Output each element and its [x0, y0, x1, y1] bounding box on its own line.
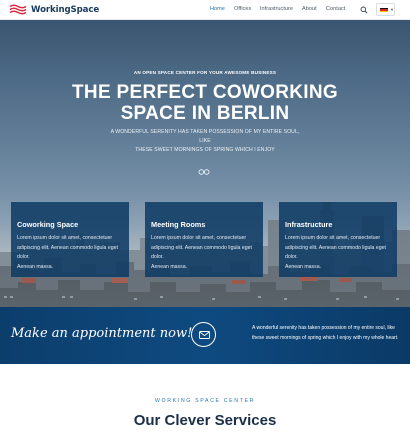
card-text-line: Lorem ipsum dolor sit amet, consectetuer — [285, 235, 381, 241]
logo-icon — [9, 4, 27, 15]
hero-eyebrow: AN OPEN SPACE CENTER FOR YOUR AWESOME BU… — [133, 70, 277, 75]
nav-offices[interactable]: Offices — [234, 6, 251, 12]
hero-title-line-2: SPACE IN BERLIN — [120, 103, 290, 124]
card-text-line: Lorem ipsum dolor sit amet, consectetuer — [151, 235, 247, 241]
envelope-icon — [199, 331, 210, 339]
card-text: Lorem ipsum dolor sit amet, consectetuer… — [151, 234, 257, 272]
card-text-line: Aenean massa. — [17, 263, 54, 270]
card-text-line: adipiscing elit. Aenean commodo ligula e… — [151, 244, 252, 261]
appointment-text: A wonderful serenity has taken possessio… — [252, 324, 402, 343]
nav-contact[interactable]: Contact — [326, 6, 345, 12]
logo-text: WorkingSpace — [31, 4, 100, 15]
logo[interactable]: WorkingSpace — [9, 4, 99, 15]
search-icon[interactable] — [360, 6, 368, 14]
appointment-title: Make an appointment now! — [11, 326, 193, 341]
hero-subtitle: A WONDERFUL SERENITY HAS TAKEN POSSESSIO… — [105, 128, 305, 155]
appointment-text-line: A wonderful serenity has taken possessio… — [252, 325, 395, 331]
card-text-line: adipiscing elit. Aenean commodo ligula e… — [285, 244, 386, 261]
appointment-mail-button[interactable] — [191, 322, 216, 347]
feature-card-meeting-rooms[interactable]: Meeting Rooms Lorem ipsum dolor sit amet… — [145, 202, 263, 277]
card-text-line: Lorem ipsum dolor sit amet, consectetuer — [17, 235, 113, 241]
hero-subtitle-line-1: A WONDERFUL SERENITY HAS TAKEN POSSESSIO… — [110, 129, 300, 144]
card-text-line: adipiscing elit. Aenean commodo ligula e… — [17, 244, 118, 261]
feature-card-coworking[interactable]: Coworking Space Lorem ipsum dolor sit am… — [11, 202, 129, 277]
appointment-band: Make an appointment now! A wonderful ser… — [0, 307, 410, 364]
nav-infrastructure[interactable]: Infrastructure — [260, 6, 293, 12]
nav-about[interactable]: About — [302, 6, 317, 12]
services-eyebrow: WORKING SPACE CENTER — [154, 398, 256, 404]
hero-subtitle-line-2: THESE SWEET MORNINGS OF SPRING WHICH I E… — [135, 147, 275, 153]
nav-home[interactable]: Home — [210, 6, 225, 12]
hero-section: AN OPEN SPACE CENTER FOR YOUR AWESOME BU… — [0, 20, 410, 308]
card-title: Infrastructure — [285, 220, 333, 229]
card-title: Coworking Space — [17, 220, 79, 229]
card-text-line: Aenean massa. — [151, 263, 188, 270]
site-header: WorkingSpace Home Offices Infrastructure… — [0, 0, 410, 20]
card-title: Meeting Rooms — [151, 220, 206, 229]
card-text: Lorem ipsum dolor sit amet, consectetuer… — [285, 234, 391, 272]
card-text-line: Aenean massa. — [285, 263, 322, 270]
language-selector[interactable]: ▼ — [376, 3, 395, 16]
chevron-down-icon: ▼ — [390, 7, 394, 12]
german-flag — [380, 7, 388, 13]
appointment-text-line: these sweet mornings of spring which I e… — [252, 334, 399, 341]
hero-title: THE PERFECT COWORKING SPACE IN BERLIN — [0, 82, 410, 124]
feature-card-infrastructure[interactable]: Infrastructure Lorem ipsum dolor sit ame… — [279, 202, 397, 277]
services-title: Our Clever Services — [133, 412, 277, 429]
hero-title-line-1: THE PERFECT COWORKING — [72, 82, 338, 103]
card-text: Lorem ipsum dolor sit amet, consectetuer… — [17, 234, 123, 272]
infinity-icon[interactable] — [198, 169, 210, 175]
